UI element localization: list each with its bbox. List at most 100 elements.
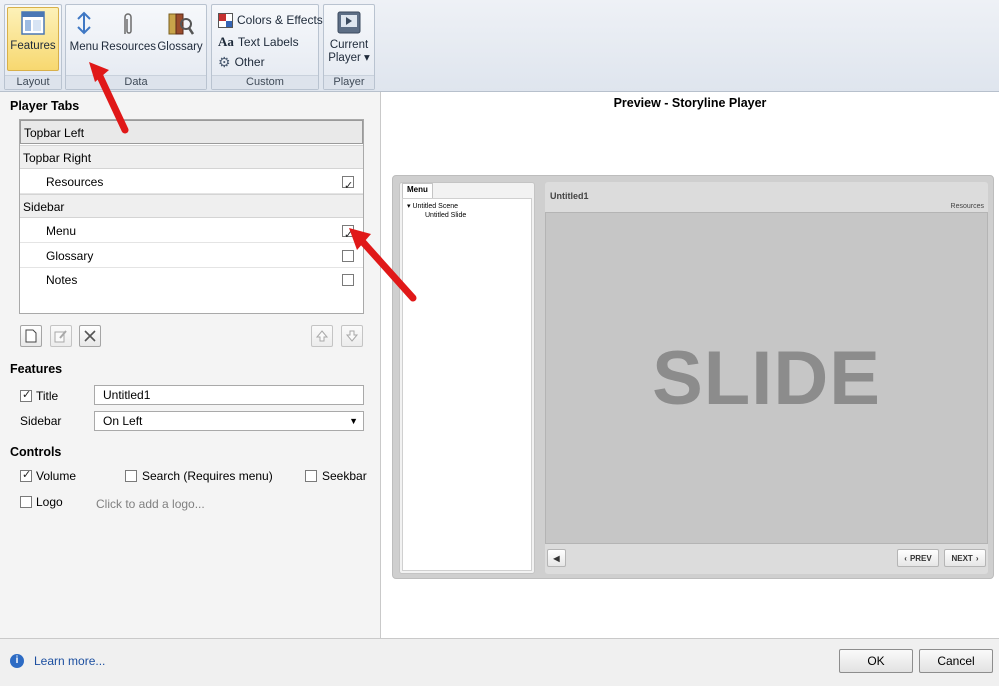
text-labels-icon: Aa	[218, 34, 234, 49]
paperclip-icon	[124, 13, 132, 34]
features-button[interactable]: Features	[7, 7, 59, 71]
glossary-book-icon	[168, 13, 194, 35]
preview-volume-button: ◀	[547, 549, 566, 567]
features-label: Features	[10, 40, 56, 52]
sidebar-label: Sidebar	[23, 200, 65, 214]
preview-slide: SLIDE	[545, 212, 988, 544]
resources-label: Resources	[101, 41, 156, 53]
notes-tab-label: Notes	[46, 273, 78, 287]
tab-row-notes[interactable]: Notes	[20, 268, 363, 292]
sidebar-position-label: Sidebar	[20, 414, 62, 428]
player-tabs-title: Player Tabs	[10, 99, 80, 113]
other-button[interactable]: ⚙ Other	[218, 53, 265, 71]
logo-checkbox[interactable]	[20, 496, 32, 508]
sidebar-position-value: On Left	[103, 414, 143, 428]
glossary-tab-checkbox[interactable]	[342, 250, 354, 262]
search-label: Search (Requires menu)	[142, 469, 273, 483]
info-icon: i	[10, 654, 24, 668]
current-player-label-2: Player ▾	[328, 52, 370, 64]
cancel-button[interactable]: Cancel	[919, 649, 993, 673]
delete-x-icon	[84, 330, 96, 342]
seekbar-label: Seekbar	[322, 469, 367, 483]
features-title: Features	[10, 362, 63, 376]
colors-effects-button[interactable]: Colors & Effects	[218, 11, 323, 29]
speaker-icon: ◀	[553, 553, 560, 563]
player-preview: Menu ▾ Untitled Scene Untitled Slide Unt…	[392, 175, 994, 579]
topbar-right-label: Topbar Right	[23, 151, 92, 165]
data-group-label: Data	[66, 75, 206, 89]
new-tab-button[interactable]	[20, 325, 42, 347]
preview-slide-title: Untitled1	[550, 191, 589, 201]
topbar-left-label: Topbar Left	[24, 126, 85, 140]
preview-resources-link: Resources	[950, 203, 984, 210]
preview-menu-body: ▾ Untitled Scene Untitled Slide	[402, 198, 532, 571]
tab-row-topbar-left[interactable]: Topbar Left	[20, 120, 363, 144]
player-group: Current Player ▾ Player	[323, 4, 375, 90]
logo-label: Logo	[36, 495, 63, 509]
other-label: Other	[234, 55, 265, 69]
text-labels-button[interactable]: Aa Text Labels	[218, 33, 299, 51]
title-label: Title	[36, 389, 59, 403]
seekbar-checkbox[interactable]	[305, 470, 317, 482]
menu-tab-label: Menu	[46, 224, 77, 238]
player-group-label: Player	[324, 75, 374, 89]
sidebar-position-select[interactable]: On Left ▼	[94, 411, 364, 431]
resources-tab-checkbox[interactable]	[342, 174, 354, 198]
add-logo-link[interactable]: Click to add a logo...	[96, 497, 205, 511]
slide-placeholder-text: SLIDE	[652, 335, 881, 421]
edit-icon	[54, 330, 67, 343]
new-document-icon	[25, 329, 37, 343]
volume-checkbox[interactable]	[20, 468, 32, 482]
chevron-right-icon: ›	[975, 553, 979, 563]
preview-next-button: NEXT ›	[944, 549, 986, 567]
menu-label: Menu	[69, 41, 99, 53]
text-labels-label: Text Labels	[237, 35, 299, 49]
preview-scene-item: ▾ Untitled Scene	[407, 202, 458, 210]
chevron-down-icon: ▼	[349, 416, 358, 426]
next-label: NEXT	[951, 553, 973, 563]
current-player-button[interactable]: Current Player ▾	[326, 9, 372, 73]
preview-sidebar: Menu ▾ Untitled Scene Untitled Slide	[399, 182, 535, 574]
edit-tab-button[interactable]	[50, 325, 72, 347]
resources-tab-label: Resources	[46, 175, 104, 189]
custom-group-label: Custom	[212, 75, 318, 89]
preview-main: Untitled1 Resources SLIDE ◀ ‹ PREV NEXT …	[545, 182, 988, 574]
menu-button[interactable]: Menu	[68, 9, 100, 73]
dialog-footer: i Learn more... OK Cancel	[0, 638, 999, 686]
features-icon	[21, 11, 45, 35]
tab-row-glossary[interactable]: Glossary	[20, 244, 363, 268]
title-input[interactable]: Untitled1	[94, 385, 364, 405]
menu-tab-checkbox[interactable]	[342, 223, 354, 247]
tab-row-resources[interactable]: Resources	[20, 170, 363, 198]
player-icon	[337, 11, 361, 34]
resources-button[interactable]: Resources	[101, 9, 156, 73]
move-down-button[interactable]	[341, 325, 363, 347]
layout-group-label: Layout	[5, 75, 61, 89]
preview-prev-button: ‹ PREV	[897, 549, 939, 567]
player-tabs-list: Topbar Left Topbar Right Resources Sideb…	[19, 119, 364, 314]
glossary-button[interactable]: Glossary	[156, 9, 204, 73]
controls-title: Controls	[10, 445, 62, 459]
move-up-button[interactable]	[311, 325, 333, 347]
notes-tab-checkbox[interactable]	[342, 274, 354, 286]
layout-group: Features Layout	[4, 4, 62, 90]
preview-slide-item: Untitled Slide	[425, 212, 467, 219]
arrow-up-icon	[315, 330, 329, 342]
title-checkbox[interactable]	[20, 388, 32, 402]
colors-effects-label: Colors & Effects	[237, 13, 323, 27]
colors-effects-icon	[218, 12, 233, 28]
search-checkbox[interactable]	[125, 470, 137, 482]
ok-button[interactable]: OK	[839, 649, 913, 673]
delete-tab-button[interactable]	[79, 325, 101, 347]
prev-label: PREV	[909, 553, 932, 563]
tab-row-sidebar[interactable]: Sidebar	[20, 194, 363, 218]
gear-icon: ⚙	[218, 53, 231, 70]
data-group: Menu Resources Glossary Data	[65, 4, 207, 90]
preview-scene-label: Untitled Scene	[412, 203, 458, 210]
preview-menu-tab: Menu	[402, 183, 433, 198]
current-player-label-1: Current	[329, 39, 369, 51]
tab-row-menu[interactable]: Menu	[20, 219, 363, 247]
learn-more-link[interactable]: Learn more...	[34, 654, 105, 668]
tab-row-topbar-right[interactable]: Topbar Right	[20, 145, 363, 169]
glossary-label: Glossary	[157, 41, 203, 53]
